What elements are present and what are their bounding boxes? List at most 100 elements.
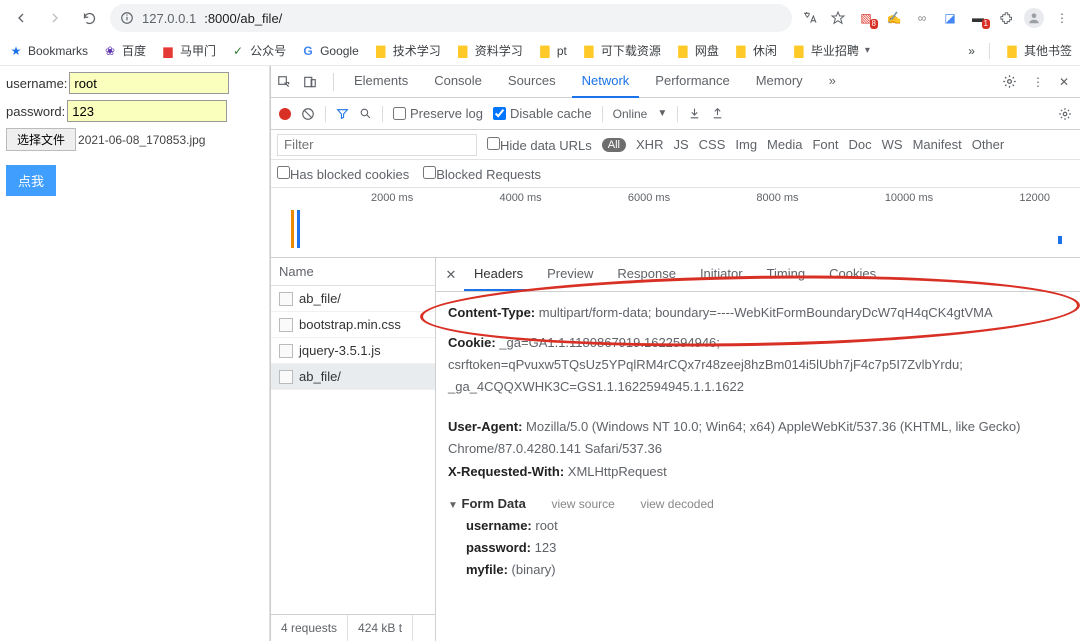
- request-item[interactable]: bootstrap.min.css: [271, 312, 435, 338]
- detail-tab-cookies[interactable]: Cookies: [819, 258, 886, 291]
- tab-console[interactable]: Console: [424, 65, 492, 98]
- search-icon[interactable]: [359, 107, 372, 120]
- extensions-menu-icon[interactable]: [996, 8, 1016, 28]
- username-input[interactable]: [69, 72, 229, 94]
- blocked-cookies-label: Has blocked cookies: [290, 167, 409, 182]
- bookmarks-label[interactable]: ★Bookmarks: [8, 43, 88, 59]
- detail-tab-headers[interactable]: Headers: [464, 258, 533, 291]
- translate-icon[interactable]: [800, 8, 820, 28]
- tab-elements[interactable]: Elements: [344, 65, 418, 98]
- filter-input[interactable]: [277, 134, 477, 156]
- request-list-header[interactable]: Name: [271, 258, 435, 286]
- bookmark-google[interactable]: GGoogle: [300, 43, 359, 59]
- bookmark-gongzhonghao[interactable]: ✓公众号: [230, 42, 286, 59]
- devtools-more-icon[interactable]: ⋮: [1028, 75, 1048, 89]
- filter-manifest[interactable]: Manifest: [913, 137, 962, 152]
- timeline-tick: 6000 ms: [628, 192, 670, 204]
- detail-tab-preview[interactable]: Preview: [537, 258, 603, 291]
- filter-js[interactable]: JS: [673, 137, 688, 152]
- export-har-icon[interactable]: [711, 107, 724, 120]
- record-button[interactable]: [279, 108, 291, 120]
- preserve-log-checkbox[interactable]: Preserve log: [393, 106, 483, 121]
- device-toolbar-icon[interactable]: [303, 75, 323, 89]
- network-settings-icon[interactable]: [1058, 107, 1072, 121]
- submit-button[interactable]: 点我: [6, 165, 56, 196]
- bookmark-folder-leisure[interactable]: ▇休闲: [733, 42, 777, 59]
- clear-button[interactable]: [301, 107, 315, 121]
- bookmarks-overflow[interactable]: »: [968, 44, 975, 58]
- tab-network[interactable]: Network: [572, 65, 640, 98]
- bookmark-text: 技术学习: [393, 42, 441, 59]
- browser-menu-icon[interactable]: ⋮: [1052, 8, 1072, 28]
- filter-css[interactable]: CSS: [699, 137, 726, 152]
- bookmark-folder-pt[interactable]: ▇pt: [537, 43, 567, 59]
- detail-tab-timing[interactable]: Timing: [757, 258, 816, 291]
- bookmark-folder-recruit[interactable]: ▇毕业招聘▾: [791, 42, 870, 59]
- blocked-requests-checkbox[interactable]: Blocked Requests: [423, 166, 541, 182]
- extension-3-icon[interactable]: ∞: [912, 8, 932, 28]
- overflow-text: »: [968, 44, 975, 58]
- bookmark-folder-material[interactable]: ▇资料学习: [455, 42, 523, 59]
- inspect-element-icon[interactable]: [277, 75, 297, 89]
- view-source-link[interactable]: view source: [551, 497, 614, 511]
- extension-2-icon[interactable]: ✍: [884, 8, 904, 28]
- extension-1-icon[interactable]: ▧8: [856, 8, 876, 28]
- bookmark-folder-tech[interactable]: ▇技术学习: [373, 42, 441, 59]
- nav-reload-button[interactable]: [76, 5, 102, 31]
- devtools-close-icon[interactable]: ✕: [1054, 75, 1074, 89]
- bookmark-text: 网盘: [695, 42, 719, 59]
- request-item[interactable]: ab_file/: [271, 364, 435, 390]
- star-icon[interactable]: [828, 8, 848, 28]
- form-data-title[interactable]: Form Data: [462, 496, 526, 511]
- filter-other[interactable]: Other: [972, 137, 1005, 152]
- import-har-icon[interactable]: [688, 107, 701, 120]
- bookmark-folder-download[interactable]: ▇可下载资源: [581, 42, 661, 59]
- nav-forward-button[interactable]: [42, 5, 68, 31]
- request-item[interactable]: jquery-3.5.1.js: [271, 338, 435, 364]
- tab-performance[interactable]: Performance: [645, 65, 739, 98]
- hide-data-urls-checkbox[interactable]: Hide data URLs: [487, 137, 592, 153]
- view-decoded-link[interactable]: view decoded: [640, 497, 713, 511]
- bookmark-baidu[interactable]: ❀百度: [102, 42, 146, 59]
- detail-tab-initiator[interactable]: Initiator: [690, 258, 753, 291]
- extension-4-icon[interactable]: ◪: [940, 8, 960, 28]
- password-input[interactable]: [67, 100, 227, 122]
- devtools-settings-icon[interactable]: [1002, 74, 1022, 89]
- disable-cache-label: Disable cache: [510, 106, 592, 121]
- disable-cache-checkbox[interactable]: Disable cache: [493, 106, 592, 121]
- request-item[interactable]: ab_file/: [271, 286, 435, 312]
- filter-doc[interactable]: Doc: [848, 137, 871, 152]
- blocked-cookies-checkbox[interactable]: Has blocked cookies: [277, 166, 409, 182]
- address-bar[interactable]: 127.0.0.1:8000/ab_file/: [110, 4, 792, 32]
- request-name: jquery-3.5.1.js: [299, 343, 381, 358]
- network-timeline[interactable]: 2000 ms 4000 ms 6000 ms 8000 ms 10000 ms…: [271, 188, 1080, 258]
- request-list-status: 4 requests 424 kB t: [271, 614, 435, 641]
- filter-xhr[interactable]: XHR: [636, 137, 663, 152]
- extension-5-icon[interactable]: ▬1: [968, 8, 988, 28]
- choose-file-button[interactable]: 选择文件: [6, 128, 76, 151]
- extension-5-badge: 1: [982, 19, 990, 29]
- filter-ws[interactable]: WS: [882, 137, 903, 152]
- detail-tab-response[interactable]: Response: [607, 258, 686, 291]
- throttle-select[interactable]: Online: [613, 107, 648, 121]
- other-bookmarks[interactable]: ▇其他书签: [1004, 42, 1072, 59]
- detail-close-icon[interactable]: ✕: [442, 267, 460, 283]
- filter-img[interactable]: Img: [735, 137, 757, 152]
- header-ua-label: User-Agent:: [448, 419, 522, 434]
- filter-toggle-icon[interactable]: [336, 107, 349, 120]
- nav-back-button[interactable]: [8, 5, 34, 31]
- tab-memory[interactable]: Memory: [746, 65, 813, 98]
- filter-font[interactable]: Font: [812, 137, 838, 152]
- timeline-tick: 10000 ms: [885, 192, 933, 204]
- filter-media[interactable]: Media: [767, 137, 802, 152]
- throttle-dropdown-icon[interactable]: ▼: [657, 108, 667, 119]
- filter-all[interactable]: All: [602, 138, 626, 152]
- header-cookie-label: Cookie:: [448, 335, 496, 350]
- tabs-more[interactable]: »: [819, 65, 846, 98]
- profile-avatar[interactable]: [1024, 8, 1044, 28]
- bookmark-majiamen[interactable]: ▆马甲门: [160, 42, 216, 59]
- bookmarks-bar: ★Bookmarks ❀百度 ▆马甲门 ✓公众号 GGoogle ▇技术学习 ▇…: [0, 36, 1080, 66]
- tab-sources[interactable]: Sources: [498, 65, 566, 98]
- request-detail: ✕ Headers Preview Response Initiator Tim…: [436, 258, 1080, 641]
- bookmark-folder-netdisk[interactable]: ▇网盘: [675, 42, 719, 59]
